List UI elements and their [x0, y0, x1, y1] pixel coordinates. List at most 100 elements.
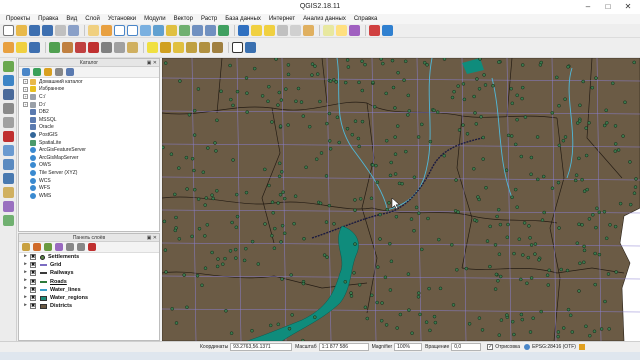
- attribute-table-icon[interactable]: [290, 25, 301, 36]
- deselect-icon[interactable]: [264, 25, 275, 36]
- layer-item[interactable]: ▸ ✖ Grid: [19, 261, 159, 269]
- expand-icon[interactable]: ▸: [23, 302, 28, 309]
- add-selected-icon[interactable]: [22, 68, 30, 76]
- catalog-item[interactable]: ArcGisFeatureServer: [19, 146, 159, 154]
- save-edits-icon[interactable]: [29, 42, 40, 53]
- expand-icon[interactable]: +: [23, 86, 28, 92]
- panel-float-close-icon[interactable]: ▣ ✕: [147, 59, 157, 67]
- add-vector-layer-icon[interactable]: [3, 61, 14, 72]
- crs-label[interactable]: EPSG:28416 (OTF): [532, 344, 576, 350]
- expand-icon[interactable]: ▸: [23, 278, 28, 284]
- menu-item[interactable]: Вектор: [170, 16, 197, 22]
- move-feature-icon[interactable]: [62, 42, 73, 53]
- maximize-icon[interactable]: □: [598, 0, 618, 14]
- add-wfs-icon[interactable]: [3, 173, 14, 184]
- label-change-icon[interactable]: [212, 42, 223, 53]
- text-annotation-icon[interactable]: [323, 25, 334, 36]
- expand-icon[interactable]: ▸: [23, 261, 28, 268]
- pan-icon[interactable]: [88, 25, 99, 36]
- properties-icon[interactable]: [66, 68, 74, 76]
- style-icon[interactable]: [22, 243, 30, 251]
- menu-item[interactable]: Слой: [81, 16, 104, 22]
- label-pin-icon[interactable]: [160, 42, 171, 53]
- layer-visibility-checkbox[interactable]: ✖: [30, 254, 36, 261]
- collapse-all-icon[interactable]: [77, 243, 85, 251]
- select-icon[interactable]: [251, 25, 262, 36]
- plugin-icon[interactable]: [369, 25, 380, 36]
- add-group-icon[interactable]: [33, 243, 41, 251]
- zoom-last-icon[interactable]: [192, 25, 203, 36]
- layer-item[interactable]: ▸ ✖ Water_lines: [19, 286, 159, 294]
- help-icon[interactable]: [382, 25, 393, 36]
- new-project-icon[interactable]: [3, 25, 14, 36]
- layer-item[interactable]: ▸ ✖ Districts: [19, 302, 159, 310]
- composer-manager-icon[interactable]: [68, 25, 79, 36]
- menu-item[interactable]: Установки: [104, 16, 140, 22]
- catalog-item[interactable]: + D:/: [19, 101, 159, 109]
- expand-icon[interactable]: ▸: [23, 286, 28, 292]
- add-virtual-layer-icon[interactable]: [3, 201, 14, 212]
- catalog-item[interactable]: OWS: [19, 162, 159, 170]
- label-move-icon[interactable]: [186, 42, 197, 53]
- identify-icon[interactable]: [238, 25, 249, 36]
- measure-icon[interactable]: [303, 25, 314, 36]
- close-icon[interactable]: ✕: [618, 0, 638, 14]
- catalog-item[interactable]: Oracle: [19, 124, 159, 132]
- pan-to-selection-icon[interactable]: [101, 25, 112, 36]
- edit-icon[interactable]: [16, 42, 27, 53]
- zoom-to-selection-icon[interactable]: [166, 25, 177, 36]
- manage-map-themes-icon[interactable]: [44, 243, 52, 251]
- catalog-item[interactable]: MSSQL: [19, 116, 159, 124]
- menu-item[interactable]: Модули: [140, 16, 170, 22]
- zoom-full-icon[interactable]: [153, 25, 164, 36]
- menu-item[interactable]: Правка: [34, 16, 62, 22]
- expand-all-icon[interactable]: [66, 243, 74, 251]
- expand-icon[interactable]: +: [23, 102, 28, 108]
- minimize-icon[interactable]: –: [578, 0, 598, 14]
- csw-icon[interactable]: [232, 42, 243, 53]
- catalog-item[interactable]: + C:/: [19, 93, 159, 101]
- catalog-item[interactable]: PostGIS: [19, 131, 159, 139]
- zoom-in-icon[interactable]: [114, 25, 125, 36]
- layer-visibility-checkbox[interactable]: ✖: [30, 295, 36, 302]
- magnifier-field[interactable]: 100%: [394, 343, 423, 351]
- remove-layer-icon[interactable]: [88, 243, 96, 251]
- catalog-item[interactable]: ArcGisMapServer: [19, 154, 159, 162]
- rotation-field[interactable]: 0,0: [451, 343, 482, 351]
- catalog-item[interactable]: WFS: [19, 184, 159, 192]
- layer-item[interactable]: ▸ ✖ Railways: [19, 269, 159, 277]
- map-canvas[interactable]: [162, 58, 640, 341]
- filter-legend-icon[interactable]: [55, 243, 63, 251]
- save-project-icon[interactable]: [29, 25, 40, 36]
- expand-icon[interactable]: +: [23, 94, 28, 100]
- layer-visibility-checkbox[interactable]: ✖: [30, 286, 36, 293]
- expand-icon[interactable]: ▸: [23, 253, 28, 260]
- menu-item[interactable]: База данных: [221, 16, 265, 22]
- zoom-next-icon[interactable]: [205, 25, 216, 36]
- catalog-item[interactable]: + Избранное: [19, 86, 159, 94]
- layer-item[interactable]: ▸ ✖ Settlements: [19, 253, 159, 261]
- catalog-item[interactable]: Tile Server (XYZ): [19, 169, 159, 177]
- filter-icon[interactable]: [44, 68, 52, 76]
- cut-icon[interactable]: [101, 42, 112, 53]
- menu-item[interactable]: Справка: [350, 16, 382, 22]
- layer-item[interactable]: ▸ ✖ Water_regions: [19, 294, 159, 302]
- add-wcs-icon[interactable]: [3, 159, 14, 170]
- add-spatialite-icon[interactable]: [3, 103, 14, 114]
- open-project-icon[interactable]: [16, 25, 27, 36]
- scale-field[interactable]: 1:1 877 586: [318, 343, 369, 351]
- layer-visibility-checkbox[interactable]: ✖: [30, 278, 36, 285]
- menu-item[interactable]: Растр: [197, 16, 221, 22]
- add-mssql-icon[interactable]: [3, 117, 14, 128]
- layer-visibility-checkbox[interactable]: ✖: [30, 262, 36, 269]
- paste-icon[interactable]: [127, 42, 138, 53]
- label-icon[interactable]: [147, 42, 158, 53]
- layer-visibility-checkbox[interactable]: ✖: [30, 303, 36, 310]
- python-icon[interactable]: [245, 42, 256, 53]
- map-tips-icon[interactable]: [336, 25, 347, 36]
- add-postgis-icon[interactable]: [3, 89, 14, 100]
- layer-visibility-checkbox[interactable]: ✖: [30, 270, 36, 277]
- zoom-to-layer-icon[interactable]: [179, 25, 190, 36]
- node-tool-icon[interactable]: [75, 42, 86, 53]
- layer-item[interactable]: ▸ ✖ Roads: [19, 278, 159, 286]
